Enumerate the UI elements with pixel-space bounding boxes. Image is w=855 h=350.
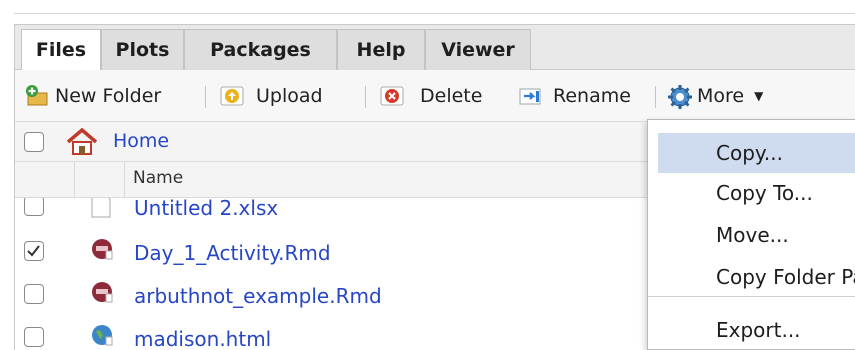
menu-item-copy[interactable]: Copy...	[658, 133, 855, 173]
new-folder-button[interactable]: New Folder	[25, 70, 161, 122]
menu-item-move[interactable]: Move...	[658, 215, 855, 255]
tab-plots[interactable]: Plots	[101, 29, 184, 71]
chevron-down-icon: ▼	[754, 89, 764, 103]
blank-file-icon	[90, 198, 114, 220]
upload-icon	[220, 84, 244, 108]
new-folder-label: New Folder	[55, 85, 162, 107]
breadcrumb-home[interactable]: Home	[113, 130, 169, 152]
file-name-link[interactable]: Untitled 2.xlsx	[134, 198, 278, 220]
row-checkbox[interactable]	[24, 284, 44, 304]
menu-item-copy-to[interactable]: Copy To...	[658, 173, 855, 213]
gear-icon	[667, 84, 692, 109]
toolbar-divider	[205, 86, 206, 108]
menu-item-export[interactable]: Export...	[658, 310, 855, 350]
row-checkbox[interactable]	[24, 198, 44, 216]
file-name-link[interactable]: arbuthnot_example.Rmd	[134, 284, 382, 308]
html-globe-icon	[90, 323, 114, 350]
rmarkdown-icon	[90, 237, 114, 265]
rmarkdown-icon	[90, 280, 114, 308]
rename-icon	[519, 84, 543, 108]
row-checkbox[interactable]	[24, 327, 44, 347]
upload-button[interactable]: Upload	[220, 70, 323, 122]
row-checkbox[interactable]	[24, 241, 44, 261]
more-dropdown-menu: Copy... Copy To... Move... Copy Folder P…	[647, 119, 855, 350]
delete-label: Delete	[420, 85, 483, 107]
rename-button[interactable]: Rename	[519, 70, 631, 122]
header-name[interactable]: Name	[133, 168, 183, 188]
delete-icon	[380, 84, 404, 108]
upload-label: Upload	[256, 85, 323, 107]
tab-help[interactable]: Help	[337, 29, 425, 71]
tab-bar: Files Plots Packages Help Viewer	[15, 24, 855, 72]
rename-label: Rename	[553, 85, 631, 107]
more-button[interactable]: More ▼	[667, 70, 763, 122]
delete-button[interactable]: Delete	[380, 70, 482, 122]
top-border	[14, 0, 855, 14]
home-icon[interactable]	[65, 127, 99, 160]
select-all-checkbox[interactable]	[24, 132, 44, 152]
header-check-column	[15, 162, 75, 198]
file-name-link[interactable]: Day_1_Activity.Rmd	[134, 241, 331, 265]
files-toolbar: New Folder Upload Delete Rename More ▼	[15, 70, 855, 122]
toolbar-divider	[365, 86, 366, 108]
new-folder-icon	[25, 84, 49, 108]
tab-packages[interactable]: Packages	[184, 29, 337, 71]
more-label: More	[697, 85, 745, 107]
tab-files[interactable]: Files	[21, 29, 101, 72]
tab-viewer[interactable]: Viewer	[425, 29, 531, 71]
header-icon-column	[75, 162, 125, 198]
toolbar-divider	[655, 86, 656, 108]
menu-divider	[648, 296, 855, 297]
menu-item-copy-folder-path[interactable]: Copy Folder Path to Clipboard	[658, 257, 855, 297]
file-name-link[interactable]: madison.html	[134, 327, 271, 350]
